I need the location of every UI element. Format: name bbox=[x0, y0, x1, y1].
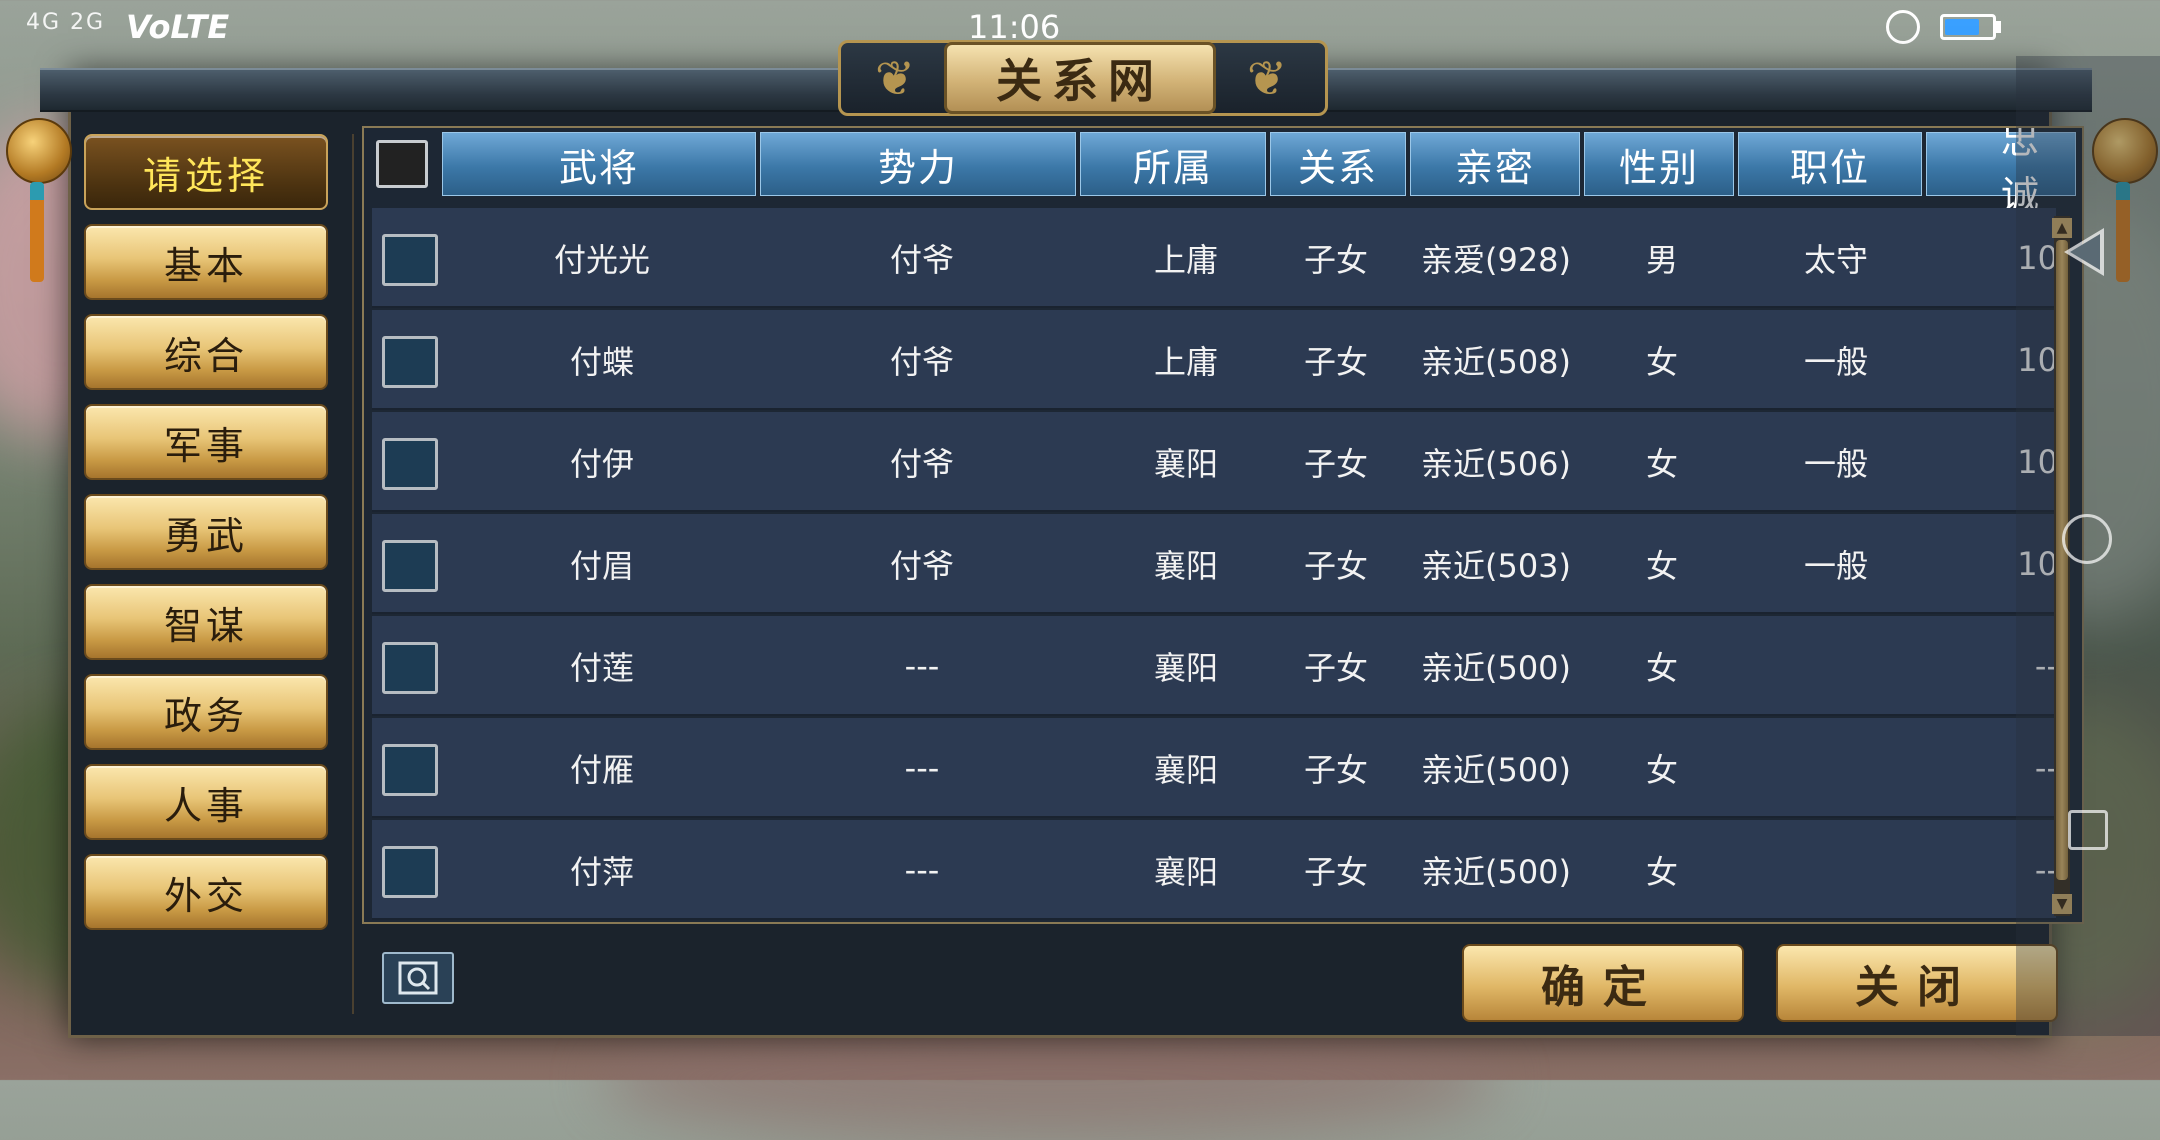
column-header-6[interactable]: 职位 bbox=[1738, 132, 1922, 196]
confirm-button[interactable]: 确定 bbox=[1462, 944, 1744, 1022]
sidebar-item-6[interactable]: 政务 bbox=[84, 674, 328, 750]
table-cell: 付眉 bbox=[569, 547, 634, 585]
magnifier-icon bbox=[398, 961, 438, 995]
relationship-table: 武将 势力 所属 关系 亲密 性别 职位 忠诚 付光光 付爷 上庸 子女 亲爱(928) 男太守 10 付蝶… bbox=[362, 126, 2084, 924]
table-row[interactable]: 付雁 --- 襄阳 子女 亲近(500) 女 -- bbox=[372, 718, 2058, 818]
table-cell: 付蝶 bbox=[569, 343, 634, 381]
sidebar-item-4[interactable]: 勇武 bbox=[84, 494, 328, 570]
sidebar-item-7[interactable]: 人事 bbox=[84, 764, 328, 840]
dialog-title: 关系网 bbox=[944, 42, 1216, 114]
table-cell: 付爷 bbox=[889, 241, 954, 279]
rod-knob-left bbox=[6, 118, 72, 184]
battery-icon bbox=[1940, 14, 1996, 40]
column-header-4[interactable]: 亲密 bbox=[1410, 132, 1580, 196]
table-row[interactable]: 付伊 付爷 襄阳 子女 亲近(506) 女一般 10 bbox=[372, 412, 2058, 512]
column-header-2[interactable]: 所属 bbox=[1080, 132, 1266, 196]
table-body: 付光光 付爷 上庸 子女 亲爱(928) 男太守 10 付蝶 付爷 上庸 子女 亲近(508) 女一般 1… bbox=[372, 208, 2058, 920]
battery-level bbox=[1945, 19, 1979, 35]
scenery-blob bbox=[600, 1020, 1500, 1140]
table-cell: 付伊 bbox=[569, 445, 634, 483]
table-cell: 付萍 bbox=[569, 853, 634, 891]
row-checkbox[interactable] bbox=[382, 234, 438, 286]
table-row[interactable]: 付萍 --- 襄阳 子女 亲近(500) 女 -- bbox=[372, 820, 2058, 920]
row-checkbox[interactable] bbox=[382, 438, 438, 490]
signal-icon: 4G 2G bbox=[26, 10, 106, 35]
recent-apps-icon[interactable] bbox=[2068, 810, 2108, 850]
table-cell: --- bbox=[904, 647, 940, 685]
table-cell: 一般 bbox=[1803, 445, 1868, 483]
table-row[interactable]: 付莲 --- 襄阳 子女 亲近(500) 女 -- bbox=[372, 616, 2058, 716]
table-cell: 付爷 bbox=[889, 547, 954, 585]
network-label: VoLTE bbox=[126, 8, 230, 46]
column-header-1[interactable]: 势力 bbox=[760, 132, 1076, 196]
column-header-3[interactable]: 关系 bbox=[1270, 132, 1406, 196]
select-all-checkbox[interactable] bbox=[376, 140, 428, 188]
table-cell: 付莲 bbox=[569, 649, 634, 687]
table-cell: 一般 bbox=[1803, 343, 1868, 381]
back-icon-inner bbox=[2070, 234, 2100, 270]
sidebar-item-2[interactable]: 综合 bbox=[84, 314, 328, 390]
rotation-lock-icon bbox=[1886, 10, 1920, 44]
sidebar-divider bbox=[352, 134, 354, 1014]
row-checkbox[interactable] bbox=[382, 540, 438, 592]
row-checkbox[interactable] bbox=[382, 642, 438, 694]
table-cell: --- bbox=[904, 749, 940, 787]
column-header-0[interactable]: 武将 bbox=[442, 132, 756, 196]
cloud-ornament-icon: ❦ bbox=[1246, 51, 1288, 107]
table-row[interactable]: 付眉 付爷 襄阳 子女 亲近(503) 女一般 10 bbox=[372, 514, 2058, 614]
sidebar-item-3[interactable]: 军事 bbox=[84, 404, 328, 480]
table-row[interactable]: 付蝶 付爷 上庸 子女 亲近(508) 女一般 10 bbox=[372, 310, 2058, 410]
row-checkbox[interactable] bbox=[382, 744, 438, 796]
table-cell: 付爷 bbox=[889, 445, 954, 483]
table-cell bbox=[1726, 616, 1946, 716]
table-cell: --- bbox=[904, 851, 940, 889]
table-cell: 付雁 bbox=[569, 751, 634, 789]
table-row[interactable]: 付光光 付爷 上庸 子女 亲爱(928) 男太守 10 bbox=[372, 208, 2058, 308]
sidebar-item-5[interactable]: 智谋 bbox=[84, 584, 328, 660]
sidebar-item-0[interactable]: 请选择 bbox=[84, 134, 328, 210]
battery-tip bbox=[1996, 21, 2001, 33]
table-cell bbox=[1726, 820, 1946, 920]
zoom-button[interactable] bbox=[382, 952, 454, 1004]
home-icon[interactable] bbox=[2062, 514, 2112, 564]
sidebar-item-1[interactable]: 基本 bbox=[84, 224, 328, 300]
cloud-ornament-icon: ❦ bbox=[874, 51, 916, 107]
row-checkbox[interactable] bbox=[382, 336, 438, 388]
table-cell: 付光光 bbox=[553, 241, 650, 279]
table-cell bbox=[1726, 718, 1946, 818]
table-cell: 太守 bbox=[1803, 241, 1868, 279]
row-checkbox[interactable] bbox=[382, 846, 438, 898]
table-cell: 一般 bbox=[1803, 547, 1868, 585]
tassel-left bbox=[30, 182, 44, 282]
table-cell: 付爷 bbox=[889, 343, 954, 381]
column-header-5[interactable]: 性别 bbox=[1584, 132, 1734, 196]
sidebar-item-8[interactable]: 外交 bbox=[84, 854, 328, 930]
